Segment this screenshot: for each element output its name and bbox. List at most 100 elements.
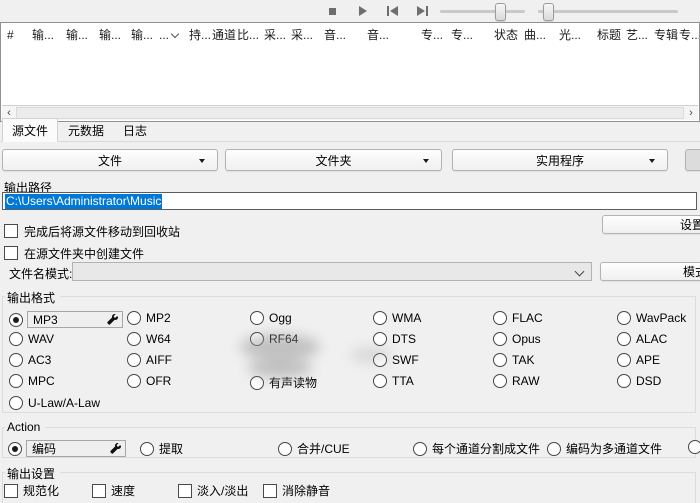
- radio-option-ALAC[interactable]: ALAC: [617, 332, 667, 346]
- column-header-曲[interactable]: 曲...: [524, 26, 559, 43]
- column-header-专[interactable]: 专...: [679, 26, 699, 43]
- radio-option-提取[interactable]: 提取: [140, 440, 183, 457]
- checkbox-icon: [92, 484, 106, 498]
- scroll-right-icon[interactable]: ›: [684, 107, 698, 119]
- settings-checkbox-淡入/淡出[interactable]: 淡入/淡出: [178, 482, 248, 499]
- pattern-button[interactable]: 模式: [600, 262, 700, 281]
- horizontal-scrollbar[interactable]: ‹ ›: [2, 105, 698, 120]
- radio-option-W64[interactable]: W64: [127, 332, 171, 346]
- settings-button[interactable]: 设置: [602, 215, 700, 234]
- configurable-option-box[interactable]: 编码: [26, 440, 126, 457]
- radio-option-TTA[interactable]: TTA: [373, 374, 414, 388]
- column-header-专[interactable]: 专...: [421, 26, 451, 43]
- column-header-状态[interactable]: 状态: [494, 26, 524, 43]
- radio-option-FLAC[interactable]: FLAC: [493, 311, 543, 325]
- previous-track-button[interactable]: [380, 2, 404, 20]
- column-header-label: 输...: [131, 28, 153, 42]
- column-header-比[interactable]: 比...: [237, 26, 264, 43]
- blur-smudge: [248, 357, 312, 378]
- create-in-source-folder-label: 在源文件夹中创建文件: [24, 247, 144, 261]
- column-header-[interactable]: ...: [159, 28, 189, 42]
- radio-option-Opus[interactable]: Opus: [493, 332, 541, 346]
- checkbox-icon: [178, 484, 192, 498]
- filename-pattern-combobox[interactable]: [72, 262, 592, 281]
- chevron-down-icon: [423, 159, 429, 163]
- radio-option-编码为多通道文件[interactable]: 编码为多通道文件: [547, 440, 662, 457]
- radio-icon: [493, 353, 507, 367]
- utilities-menu-button[interactable]: 实用程序: [452, 149, 668, 171]
- column-header-标题[interactable]: 标题: [597, 26, 626, 43]
- output-path-input[interactable]: C:\Users\Administrator\Music: [2, 192, 697, 210]
- radio-option-编码[interactable]: 编码: [8, 440, 126, 457]
- table-header: #输...输...输...输......持...通道比...采...采...音.…: [1, 23, 699, 43]
- column-header-音[interactable]: 音...: [367, 26, 421, 43]
- option-label: DSD: [636, 374, 661, 388]
- column-header-持[interactable]: 持...: [189, 26, 212, 43]
- stop-button[interactable]: [320, 2, 344, 20]
- column-header-专辑[interactable]: 专辑: [654, 26, 679, 43]
- radio-option-U-Law/A-Law[interactable]: U-Law/A-Law: [9, 396, 100, 410]
- tab-metadata[interactable]: 元数据: [59, 119, 113, 141]
- partial-menu-button[interactable]: [685, 149, 700, 171]
- create-in-source-folder-checkbox[interactable]: 在源文件夹中创建文件: [4, 245, 144, 262]
- radio-icon: [617, 332, 631, 346]
- settings-checkbox-消除静音[interactable]: 消除静音: [263, 482, 330, 499]
- column-header-通道[interactable]: 通道: [212, 26, 237, 43]
- play-icon: [358, 6, 367, 16]
- radio-option-clipped[interactable]: [688, 440, 700, 454]
- column-header-label: 输...: [66, 28, 88, 42]
- column-header-输[interactable]: 输...: [32, 26, 66, 43]
- radio-option-AIFF[interactable]: AIFF: [127, 353, 172, 367]
- column-header-采[interactable]: 采...: [264, 26, 291, 43]
- radio-option-MPC[interactable]: MPC: [9, 374, 55, 388]
- column-header-label: 采...: [291, 28, 313, 42]
- option-label: FLAC: [512, 311, 543, 325]
- column-header-音[interactable]: 音...: [324, 26, 367, 43]
- column-header-艺[interactable]: 艺...: [626, 26, 654, 43]
- radio-option-合并/CUE[interactable]: 合并/CUE: [278, 440, 350, 457]
- radio-option-RAW[interactable]: RAW: [493, 374, 540, 388]
- scrollbar-thumb[interactable]: [16, 107, 684, 119]
- radio-option-WMA[interactable]: WMA: [373, 311, 421, 325]
- volume-slider[interactable]: [538, 10, 678, 13]
- column-header-采[interactable]: 采...: [291, 26, 324, 43]
- radio-option-DSD[interactable]: DSD: [617, 374, 661, 388]
- column-header-专[interactable]: 专...: [451, 26, 494, 43]
- radio-option-MP3[interactable]: MP3: [9, 311, 123, 328]
- option-label: TTA: [392, 374, 414, 388]
- column-header-光[interactable]: 光...: [559, 26, 597, 43]
- radio-option-WavPack[interactable]: WavPack: [617, 311, 686, 325]
- radio-option-TAK[interactable]: TAK: [493, 353, 534, 367]
- tab-log[interactable]: 日志: [114, 119, 156, 141]
- radio-option-AC3[interactable]: AC3: [9, 353, 51, 367]
- column-header-输[interactable]: 输...: [66, 26, 99, 43]
- folder-menu-button[interactable]: 文件夹: [225, 149, 442, 171]
- volume-slider-thumb[interactable]: [543, 3, 554, 21]
- previous-track-icon: [387, 6, 398, 16]
- column-header-label: 音...: [324, 28, 346, 42]
- column-header-输[interactable]: 输...: [131, 26, 159, 43]
- radio-option-OFR[interactable]: OFR: [127, 374, 171, 388]
- play-button[interactable]: [350, 2, 374, 20]
- column-header-#[interactable]: #: [7, 28, 32, 42]
- next-track-button[interactable]: [410, 2, 434, 20]
- radio-option-WAV[interactable]: WAV: [9, 332, 54, 346]
- settings-checkbox-速度[interactable]: 速度: [92, 482, 135, 499]
- radio-option-MP2[interactable]: MP2: [127, 311, 171, 325]
- column-header-label: 通道: [212, 28, 236, 42]
- option-label: Ogg: [269, 311, 292, 325]
- radio-option-每个通道分割成文件[interactable]: 每个通道分割成文件: [413, 440, 540, 457]
- position-slider-thumb[interactable]: [495, 3, 506, 21]
- file-menu-button[interactable]: 文件: [2, 149, 218, 171]
- move-to-recycle-checkbox[interactable]: 完成后将源文件移动到回收站: [4, 223, 180, 240]
- column-header-输[interactable]: 输...: [99, 26, 131, 43]
- radio-icon: [9, 396, 23, 410]
- tab-source-files[interactable]: 源文件: [2, 118, 58, 142]
- radio-option-APE[interactable]: APE: [617, 353, 660, 367]
- configurable-option-box[interactable]: MP3: [27, 311, 123, 328]
- radio-icon: [688, 440, 700, 454]
- position-slider[interactable]: [440, 10, 525, 13]
- settings-checkbox-规范化[interactable]: 规范化: [4, 482, 59, 499]
- radio-option-DTS[interactable]: DTS: [373, 332, 416, 346]
- radio-option-Ogg[interactable]: Ogg: [250, 311, 292, 325]
